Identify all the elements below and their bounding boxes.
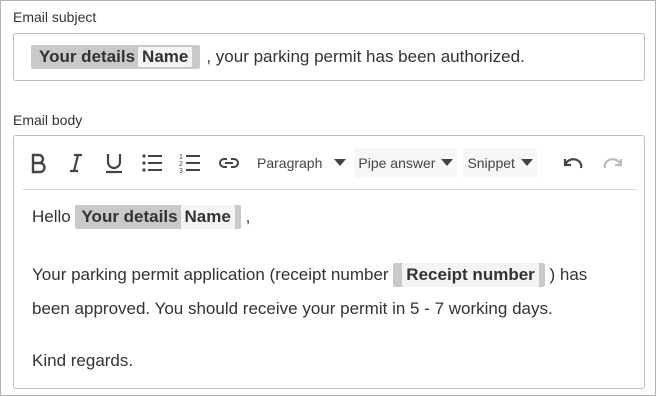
italic-button[interactable] xyxy=(57,148,95,178)
body-label: Email body xyxy=(13,112,83,128)
receipt-number-pipe-field: Receipt number xyxy=(402,263,539,287)
subject-pipe-field: Name xyxy=(138,47,193,67)
svg-text:2: 2 xyxy=(179,161,183,168)
greeting-suffix: , xyxy=(245,207,251,226)
undo-button[interactable] xyxy=(553,148,593,178)
redo-icon xyxy=(603,157,623,168)
underline-button[interactable] xyxy=(95,148,133,178)
pipe-answer-dropdown[interactable]: Pipe answer xyxy=(354,147,458,178)
greeting-line: Hello Your details Name , xyxy=(32,200,628,234)
subject-pipe-group: Your details xyxy=(39,47,136,66)
editor-content[interactable]: Hello Your details Name , Your parking p… xyxy=(32,200,628,378)
chevron-down-icon xyxy=(441,159,454,166)
snippet-dropdown[interactable]: Snippet xyxy=(463,147,537,178)
link-icon xyxy=(219,157,239,168)
subject-label: Email subject xyxy=(13,9,97,25)
editor-toolbar: 1 2 3 Paragraph Pipe answer Snippet xyxy=(23,136,637,190)
numbered-list-icon: 1 2 3 xyxy=(179,154,200,174)
greeting-pipe-tag[interactable]: Your details Name xyxy=(75,205,241,229)
greeting-text: Hello xyxy=(32,207,71,226)
closing-line: Kind regards. xyxy=(32,351,134,370)
paragraph-text-line2: been approved. You should receive your p… xyxy=(32,299,553,318)
subject-text: , your parking permit has been authorize… xyxy=(206,47,525,66)
chevron-down-icon xyxy=(334,159,347,166)
pipe-answer-label: Pipe answer xyxy=(358,154,436,171)
subject-pipe-tag[interactable]: Your details Name xyxy=(31,45,201,69)
redo-button[interactable] xyxy=(593,148,633,178)
italic-icon xyxy=(70,153,82,172)
undo-icon xyxy=(563,157,583,168)
paragraph-dropdown[interactable]: Paragraph xyxy=(257,148,347,178)
link-button[interactable] xyxy=(209,148,249,178)
bold-icon xyxy=(31,153,46,173)
underline-icon xyxy=(106,153,122,173)
email-body-editor[interactable]: 1 2 3 Paragraph Pipe answer Snippet Hell… xyxy=(13,135,645,389)
numbered-list-button[interactable]: 1 2 3 xyxy=(171,148,209,178)
subject-input[interactable]: Your details Name , your parking permit … xyxy=(13,33,645,81)
receipt-number-pipe-tag[interactable]: Receipt number xyxy=(393,263,545,287)
paragraph-text-start: Your parking permit application (receipt… xyxy=(32,265,389,284)
greeting-pipe-group: Your details xyxy=(81,207,178,226)
chevron-down-icon xyxy=(520,159,533,166)
paragraph-label: Paragraph xyxy=(257,154,323,171)
bulleted-list-icon xyxy=(142,153,162,172)
paragraph-text-end: ) has xyxy=(549,265,588,284)
bulleted-list-button[interactable] xyxy=(133,148,171,178)
greeting-pipe-field: Name xyxy=(180,205,235,229)
bold-button[interactable] xyxy=(23,148,53,178)
body-paragraph: Your parking permit application (receipt… xyxy=(32,258,628,326)
svg-text:1: 1 xyxy=(179,154,183,161)
snippet-label: Snippet xyxy=(467,154,515,171)
svg-text:3: 3 xyxy=(179,168,183,174)
